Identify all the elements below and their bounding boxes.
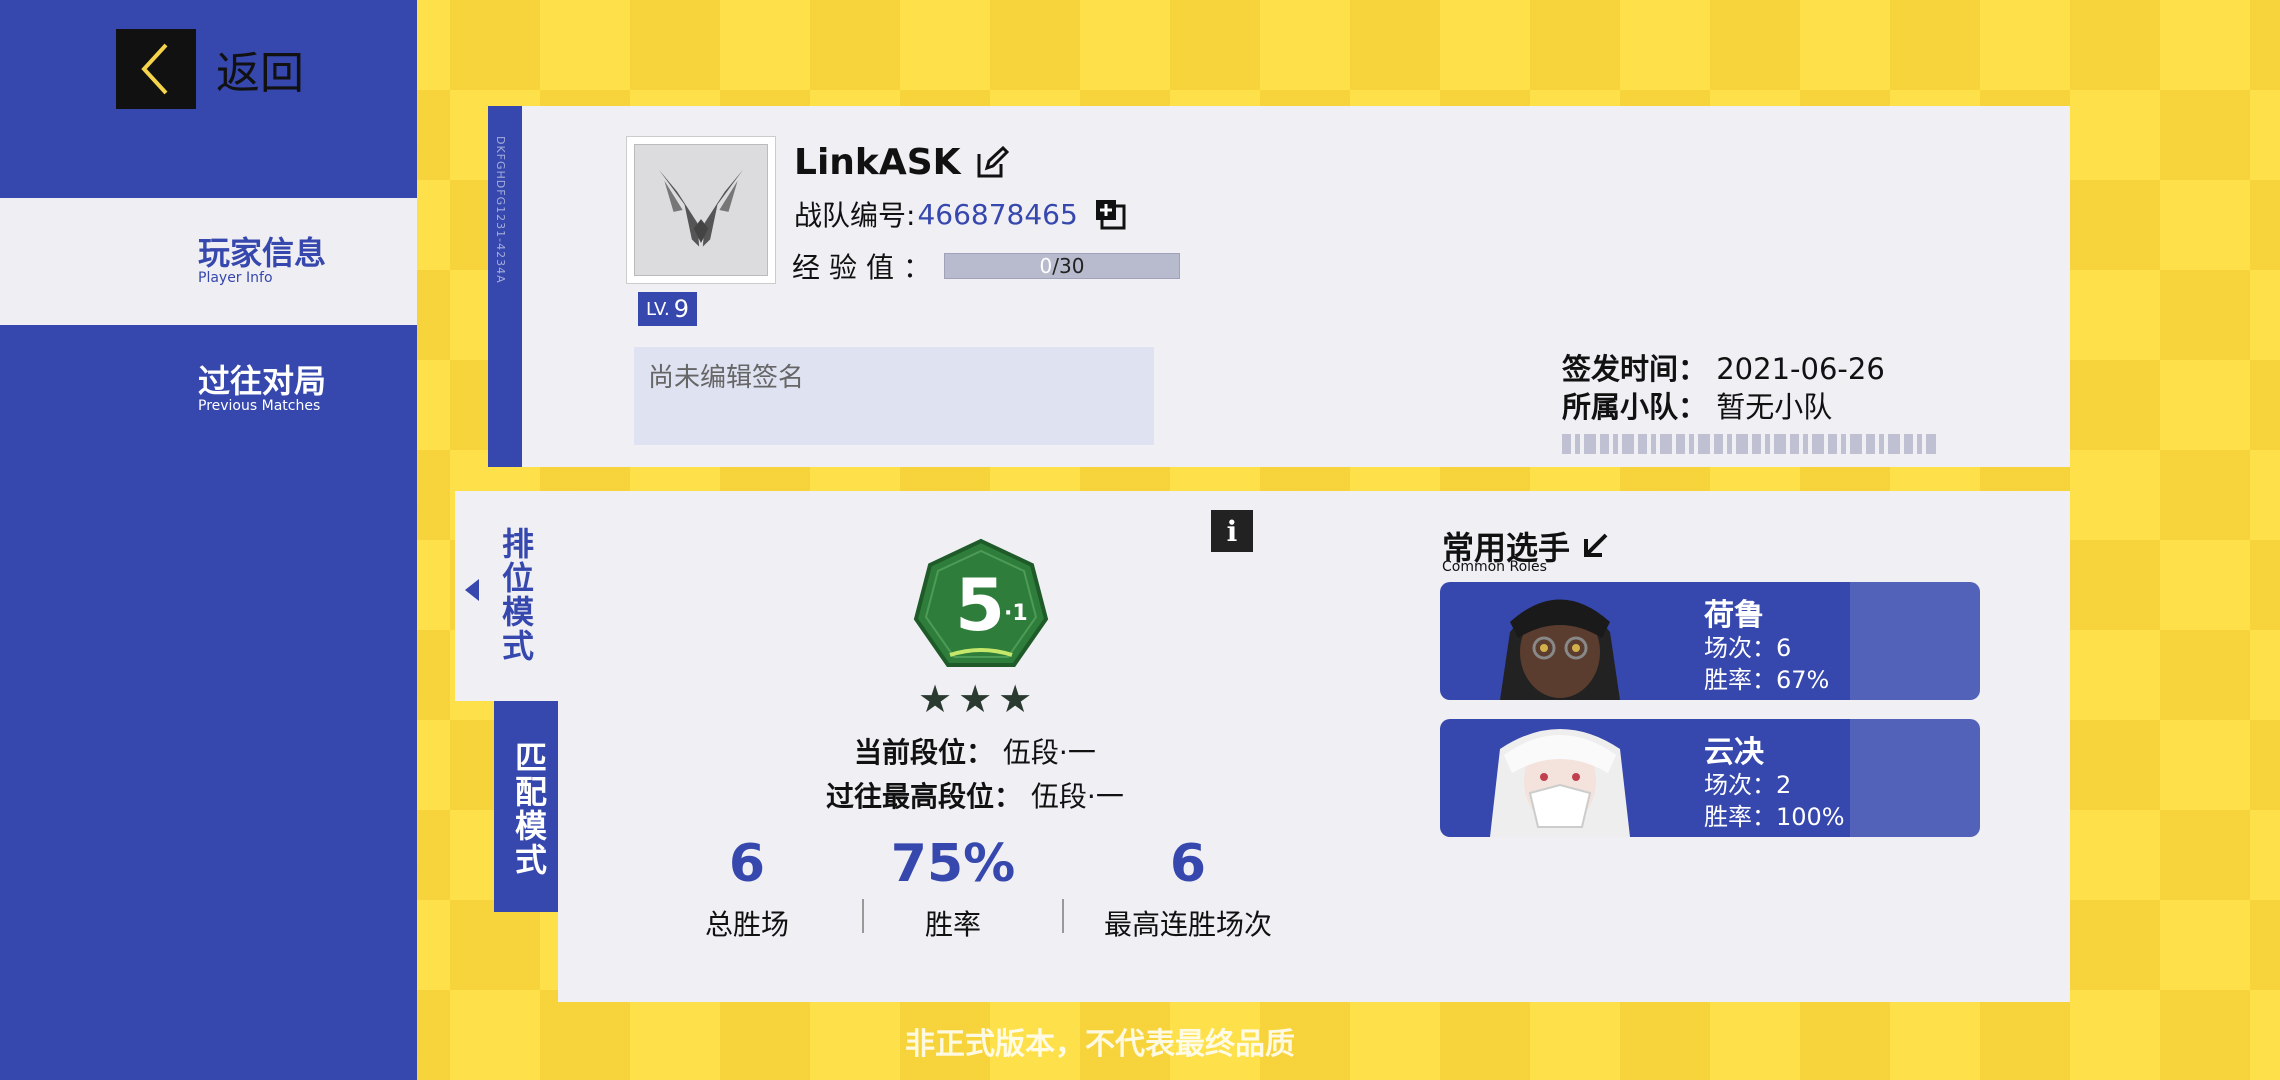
squad-label: 所属小队：	[1562, 390, 1708, 424]
edit-icon[interactable]	[975, 145, 1009, 180]
issue-date-row: 签发时间： 2021-06-26	[1562, 346, 1885, 388]
role-games: 场次：6	[1704, 634, 1792, 662]
team-id-label: 战队编号:	[794, 199, 916, 232]
role-card[interactable]: 荷鲁 场次：6 胜率：67%	[1440, 582, 1980, 700]
stat-label: 总胜场	[704, 907, 789, 941]
arrow-down-left-icon	[1584, 533, 1608, 557]
back-arrow-icon	[116, 29, 196, 109]
tab-pointer-icon	[465, 579, 479, 601]
crossed-blades-icon	[634, 144, 768, 276]
role-card[interactable]: 云决 场次：2 胜率：100%	[1440, 719, 1980, 837]
level-badge: LV. 9	[638, 292, 698, 326]
signature-field[interactable]: 尚未编辑签名	[634, 347, 1154, 445]
tab-match-label: 匹配模式	[510, 741, 548, 877]
common-roles-title-en: Common Roles	[1442, 559, 1547, 575]
stat-max-streak: 6 最高连胜场次	[1088, 834, 1288, 943]
tab-rank-label: 排位模式	[497, 527, 535, 663]
exp-current: 0	[1039, 254, 1053, 278]
best-rank-label: 过往最高段位：	[826, 780, 1023, 813]
nav-item-previous-matches[interactable]: 过往对局 Previous Matches	[0, 326, 417, 453]
role-emblem	[1850, 582, 1980, 700]
card-stripe: DKFGHDFG1231-4234A	[488, 106, 522, 467]
rank-number: 5	[954, 563, 1006, 647]
avatar[interactable]	[626, 136, 776, 284]
player-name: LinkASK	[794, 142, 961, 183]
copy-icon[interactable]	[1094, 198, 1126, 230]
stats-card: i 5 ·1 ★★★ 当前段位： 伍段·一 过往最高段位： 伍段·一 6 总胜场…	[558, 491, 2070, 1002]
team-id-value: 466878465	[917, 197, 1078, 231]
stat-label: 胜率	[924, 907, 981, 941]
exp-row: 经验值： 0 /30	[792, 246, 1181, 286]
back-button[interactable]: 返回	[116, 29, 304, 109]
stat-value: 75%	[890, 834, 1016, 894]
exp-bar: 0 /30	[944, 253, 1181, 279]
rank-sub: ·1	[1004, 601, 1028, 626]
rank-stars: ★★★	[918, 677, 1039, 721]
best-rank-row: 过往最高段位： 伍段·一	[826, 775, 1124, 815]
role-games: 场次：2	[1704, 771, 1792, 799]
profile-card: DKFGHDFG1231-4234A LV. 9 LinkASK 战队编号: 4…	[488, 106, 2070, 467]
barcode	[1562, 434, 1936, 454]
team-id-row: 战队编号: 466878465	[794, 194, 1126, 234]
sidebar: 返回 玩家信息 Player Info 过往对局 Previous Matche…	[0, 0, 417, 1080]
player-name-row: LinkASK	[794, 142, 1009, 183]
watermark-text: 非正式版本，不代表最终品质	[905, 1027, 1295, 1062]
nav-label-zh: 玩家信息	[198, 234, 327, 272]
tab-match-mode[interactable]: 匹配模式	[494, 701, 558, 912]
level-prefix: LV.	[646, 298, 670, 320]
issue-date: 2021-06-26	[1716, 352, 1885, 386]
role-winrate: 胜率：100%	[1704, 803, 1845, 831]
current-rank-value: 伍段·一	[1002, 736, 1096, 769]
current-rank-row: 当前段位： 伍段·一	[854, 731, 1096, 771]
tab-rank-mode[interactable]: 排位模式	[455, 491, 559, 701]
stat-value: 6	[1169, 834, 1207, 894]
back-label: 返回	[216, 48, 304, 99]
role-emblem	[1850, 719, 1980, 837]
stat-win-rate: 75% 胜率	[888, 834, 1018, 943]
squad-row: 所属小队： 暂无小队	[1562, 384, 1832, 426]
info-button[interactable]: i	[1211, 510, 1253, 552]
exp-max: /30	[1052, 254, 1085, 278]
divider	[1062, 899, 1064, 933]
stat-value: 6	[728, 834, 766, 894]
card-code: DKFGHDFG1231-4234A	[494, 136, 507, 284]
nav-label-en: Player Info	[198, 269, 273, 286]
nav-label-en: Previous Matches	[198, 397, 321, 414]
character-portrait-icon	[1490, 729, 1630, 837]
current-rank-label: 当前段位：	[854, 736, 995, 769]
issue-label: 签发时间：	[1562, 352, 1708, 386]
nav-label-zh: 过往对局	[198, 362, 327, 400]
squad-value: 暂无小队	[1716, 390, 1833, 424]
role-winrate: 胜率：67%	[1704, 666, 1830, 694]
character-portrait-icon	[1500, 599, 1620, 700]
best-rank-value: 伍段·一	[1030, 780, 1124, 813]
nav-item-player-info[interactable]: 玩家信息 Player Info	[0, 198, 417, 325]
stat-label: 最高连胜场次	[1103, 907, 1272, 941]
divider	[862, 899, 864, 933]
watermark: 非正式版本，不代表最终品质	[0, 1019, 2200, 1063]
exp-label: 经验值：	[792, 251, 941, 284]
level-number: 9	[673, 295, 690, 323]
stat-total-wins: 6 总胜场	[682, 834, 812, 943]
